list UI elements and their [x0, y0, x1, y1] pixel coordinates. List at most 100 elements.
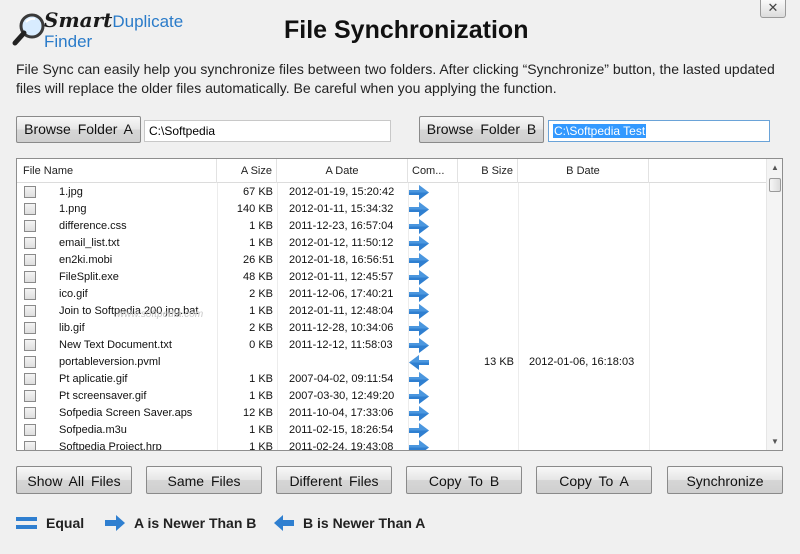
- a-date-cell: 2011-10-04, 17:33:06: [289, 407, 394, 419]
- file-name-cell: Sofpedia Screen Saver.aps: [59, 407, 193, 419]
- b-size-cell: [458, 303, 514, 320]
- a-size-cell: 2 KB: [249, 322, 273, 334]
- column-header-b-size[interactable]: B Size: [458, 159, 518, 183]
- table-row[interactable]: portableversion.pvml 13 KB 2012-01-06, 16:…: [17, 354, 766, 371]
- legend-b-newer-label: B is Newer Than A: [303, 515, 426, 531]
- legend-equal: Equal: [16, 513, 84, 533]
- a-size-cell: 1 KB: [249, 441, 273, 451]
- show-all-files-button[interactable]: Show All Files: [16, 466, 132, 494]
- right-arrow-icon: [409, 253, 429, 268]
- table-row[interactable]: Sofpedia Screen Saver.aps 12 KB 2011-10-04…: [17, 405, 766, 422]
- synchronize-button[interactable]: Synchronize: [667, 466, 783, 494]
- table-row[interactable]: email_list.txt 1 KB 2012-01-12, 11:50:12: [17, 235, 766, 252]
- a-size-cell: [217, 354, 273, 371]
- column-header-compare[interactable]: Com...: [408, 159, 458, 183]
- b-date-cell: [529, 201, 647, 218]
- browse-folder-a-button[interactable]: Browse Folder A: [16, 116, 141, 143]
- row-checkbox[interactable]: [24, 373, 36, 385]
- description-text: File Sync can easily help you synchroniz…: [16, 61, 775, 96]
- row-checkbox[interactable]: [24, 305, 36, 317]
- row-checkbox[interactable]: [24, 271, 36, 283]
- table-row[interactable]: en2ki.mobi 26 KB 2012-01-18, 16:56:51: [17, 252, 766, 269]
- table-row[interactable]: Pt aplicatie.gif 1 KB 2007-04-02, 09:11:54: [17, 371, 766, 388]
- column-header-b-date[interactable]: B Date: [518, 159, 649, 183]
- a-date-cell: [289, 354, 407, 371]
- b-date-cell: [529, 269, 647, 286]
- b-date-cell: [529, 303, 647, 320]
- table-row[interactable]: FileSplit.exe 48 KB 2012-01-11, 12:45:57: [17, 269, 766, 286]
- file-name-cell: Sofpedia.m3u: [59, 424, 127, 436]
- browse-folder-b-button[interactable]: Browse Folder B: [419, 116, 544, 143]
- magnifier-icon: [10, 10, 50, 50]
- b-size-cell: [458, 371, 514, 388]
- a-size-cell: 1 KB: [249, 373, 273, 385]
- vertical-scrollbar[interactable]: ▲ ▼: [766, 159, 782, 450]
- file-name-cell: difference.css: [59, 220, 127, 232]
- right-arrow-icon: [409, 372, 429, 387]
- row-checkbox[interactable]: [24, 424, 36, 436]
- file-name-cell: Pt aplicatie.gif: [59, 373, 128, 385]
- b-size-cell: [458, 405, 514, 422]
- row-checkbox[interactable]: [24, 220, 36, 232]
- a-date-cell: 2012-01-11, 12:48:04: [289, 305, 394, 317]
- scroll-down-arrow-icon[interactable]: ▼: [767, 433, 782, 450]
- table-row[interactable]: 1.jpg 67 KB 2012-01-19, 15:20:42: [17, 184, 766, 201]
- column-header-file-name[interactable]: File Name: [17, 159, 217, 183]
- logo-text: SmartDuplicate Finder: [44, 8, 230, 52]
- b-size-cell: [458, 337, 514, 354]
- table-row[interactable]: ico.gif 2 KB 2011-12-06, 17:40:21: [17, 286, 766, 303]
- b-date-cell: [529, 337, 647, 354]
- table-row[interactable]: Sofpedia.m3u 1 KB 2011-02-15, 18:26:54: [17, 422, 766, 439]
- row-checkbox[interactable]: [24, 322, 36, 334]
- column-header-a-date[interactable]: A Date: [277, 159, 408, 183]
- b-date-cell: [529, 439, 647, 450]
- file-name-cell: FileSplit.exe: [59, 271, 119, 283]
- right-arrow-icon: [409, 423, 429, 438]
- table-row[interactable]: 1.png 140 KB 2012-01-11, 15:34:32: [17, 201, 766, 218]
- row-checkbox[interactable]: [24, 390, 36, 402]
- row-checkbox[interactable]: [24, 186, 36, 198]
- b-size-cell: [458, 201, 514, 218]
- file-name-cell: lib.gif: [59, 322, 85, 334]
- list-header: File Name A Size A Date Com... B Size B …: [17, 159, 766, 183]
- table-row[interactable]: New Text Document.txt 0 KB 2011-12-12, 11:…: [17, 337, 766, 354]
- scroll-thumb[interactable]: [769, 178, 781, 192]
- b-date-cell: [529, 184, 647, 201]
- scroll-up-arrow-icon[interactable]: ▲: [767, 159, 782, 176]
- table-row[interactable]: Pt screensaver.gif 1 KB 2007-03-30, 12:49:…: [17, 388, 766, 405]
- folder-b-path-input[interactable]: C:\Softpedia Test: [548, 120, 770, 142]
- app-logo: SmartDuplicate Finder: [10, 8, 230, 52]
- row-checkbox[interactable]: [24, 407, 36, 419]
- column-header-a-size[interactable]: A Size: [217, 159, 277, 183]
- file-name-cell: portableversion.pvml: [59, 356, 161, 368]
- page-title: File Synchronization: [284, 16, 529, 44]
- row-checkbox[interactable]: [24, 203, 36, 215]
- close-button[interactable]: ✕: [760, 0, 786, 18]
- b-size-cell: [458, 439, 514, 450]
- a-date-cell: 2012-01-12, 11:50:12: [289, 237, 394, 249]
- b-size-cell: [458, 286, 514, 303]
- row-checkbox[interactable]: [24, 339, 36, 351]
- right-arrow-icon: [409, 185, 429, 200]
- row-checkbox[interactable]: [24, 254, 36, 266]
- equal-icon: [16, 517, 37, 529]
- table-row[interactable]: Softpedia Project.hrp 1 KB 2011-02-24, 19:…: [17, 439, 766, 451]
- a-date-cell: 2011-12-23, 16:57:04: [289, 220, 394, 232]
- b-size-cell: [458, 218, 514, 235]
- row-checkbox[interactable]: [24, 356, 36, 368]
- folder-a-path-input[interactable]: C:\Softpedia: [144, 120, 391, 142]
- a-date-cell: 2011-12-06, 17:40:21: [289, 288, 394, 300]
- watermark-text: www.softpedia.com: [117, 309, 204, 320]
- row-checkbox[interactable]: [24, 441, 36, 450]
- b-size-cell: [458, 252, 514, 269]
- file-list[interactable]: File Name A Size A Date Com... B Size B …: [16, 158, 783, 451]
- row-checkbox[interactable]: [24, 237, 36, 249]
- table-row[interactable]: lib.gif 2 KB 2011-12-28, 10:34:06: [17, 320, 766, 337]
- a-size-cell: 1 KB: [249, 424, 273, 436]
- row-checkbox[interactable]: [24, 288, 36, 300]
- copy-to-b-button[interactable]: Copy To B: [406, 466, 522, 494]
- same-files-button[interactable]: Same Files: [146, 466, 262, 494]
- copy-to-a-button[interactable]: Copy To A: [536, 466, 652, 494]
- different-files-button[interactable]: Different Files: [276, 466, 392, 494]
- table-row[interactable]: difference.css 1 KB 2011-12-23, 16:57:04: [17, 218, 766, 235]
